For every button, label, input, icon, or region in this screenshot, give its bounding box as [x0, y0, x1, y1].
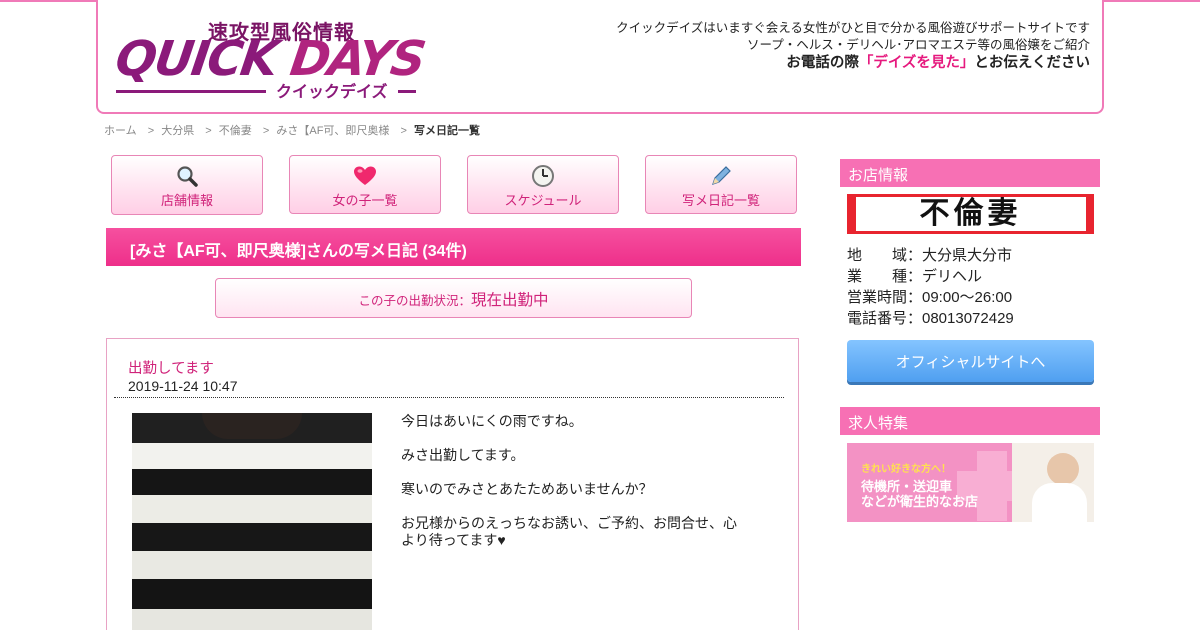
attendance-status: この子の出勤状況：現在出勤中 [215, 278, 692, 318]
logo-kana: クイックデイズ [276, 82, 388, 101]
diary-paragraph: 今日はあいにくの雨ですね。 [401, 413, 583, 429]
recruit-banner[interactable]: きれい好きな方へ！ 待機所・送迎車 などが衛生的なお店 [847, 443, 1094, 522]
diary-title[interactable]: 出勤してます [128, 357, 214, 378]
phone-note-post: とお伝えください [974, 55, 1090, 71]
search-icon [175, 164, 199, 188]
nav-label: 店舗情報 [160, 193, 213, 208]
nav-shop-info-button[interactable]: 店舗情報 [111, 155, 263, 215]
diary-divider [114, 397, 784, 398]
shop-banner-inner: 不倫妻 [855, 196, 1086, 231]
shop-category: 業 種：デリヘル [847, 268, 983, 285]
recruit-heading: 求人特集 [840, 407, 1100, 435]
heart-icon [353, 164, 377, 188]
breadcrumb-current: 写メ日記一覧 [413, 125, 480, 137]
site-header: 速攻型風俗情報 QUICK DAYS クイックデイズ クイックデイズはいますぐ会… [96, 0, 1104, 114]
breadcrumb-separator: > [147, 125, 155, 137]
nav-label: 写メ日記一覧 [681, 193, 760, 208]
diary-paragraph: 寒いのでみさとあたためあいませんか？ [401, 481, 653, 497]
recruit-tagline: きれい好きな方へ！ [861, 464, 951, 475]
clock-icon [531, 164, 555, 188]
breadcrumb: ホーム > 大分県 > 不倫妻 > みさ【AF可、即尺奥様 > 写メ日記一覧 [104, 122, 488, 138]
breadcrumb-girl[interactable]: みさ【AF可、即尺奥様 [276, 125, 389, 137]
nav-girls-list-button[interactable]: 女の子一覧 [289, 155, 441, 214]
breadcrumb-shop[interactable]: 不倫妻 [219, 125, 252, 137]
official-site-button[interactable]: オフィシャルサイトへ [847, 340, 1094, 382]
logo-word-quick: QUICK [112, 31, 280, 87]
nav-label: スケジュール [504, 193, 582, 208]
diary-photo[interactable] [132, 413, 372, 630]
breadcrumb-home[interactable]: ホーム [104, 125, 137, 137]
nav-photo-diary-button[interactable]: 写メ日記一覧 [645, 155, 797, 214]
shop-name: 不倫妻 [919, 196, 1022, 231]
header-phone-note: お電話の際「デイズを見た」とお伝えください [786, 51, 1090, 72]
diary-date: 2019-11-24 10:47 [128, 378, 238, 394]
pencil-icon [709, 164, 733, 188]
shop-banner[interactable]: 不倫妻 [847, 194, 1094, 234]
nav-label: 女の子一覧 [332, 193, 398, 208]
breadcrumb-prefecture[interactable]: 大分県 [161, 125, 194, 137]
shop-hours: 営業時間：09:00〜26:00 [847, 289, 1013, 306]
shop-area: 地 域：大分県大分市 [847, 247, 1013, 264]
logo-rule-right [398, 90, 416, 93]
diary-body: 今日はあいにくの雨ですね。 みさ出勤してます。 寒いのでみさとあたためあいません… [401, 413, 741, 566]
nav-schedule-button[interactable]: スケジュール [467, 155, 619, 214]
shop-info-heading: お店情報 [840, 159, 1100, 187]
page-title: [みさ【AF可、即尺奥様]さんの写メ日記 (34件) [106, 228, 801, 266]
diary-paragraph: お兄様からのえっちなお誘い、ご予約、お問合せ、心より待ってます♥ [401, 515, 737, 548]
diary-entry: 出勤してます 2019-11-24 10:47 今日はあいにくの雨ですね。 みさ… [106, 338, 799, 630]
phone-note-highlight: 「デイズを見た」 [858, 55, 975, 71]
logo-wordmark: QUICK DAYS [112, 31, 427, 87]
status-label: この子の出勤状況： [358, 294, 471, 308]
status-value: 現在出勤中 [471, 292, 549, 309]
diary-paragraph: みさ出勤してます。 [401, 447, 525, 463]
breadcrumb-separator: > [205, 125, 212, 137]
site-logo[interactable]: 速攻型風俗情報 QUICK DAYS クイックデイズ [112, 14, 427, 101]
breadcrumb-separator: > [400, 125, 407, 137]
shop-phone: 電話番号：08013072429 [847, 310, 1014, 327]
logo-rule-left [116, 90, 266, 93]
breadcrumb-separator: > [262, 125, 270, 137]
recruit-text-2: などが衛生的なお店 [861, 495, 979, 510]
phone-note-pre: お電話の際 [786, 55, 859, 71]
